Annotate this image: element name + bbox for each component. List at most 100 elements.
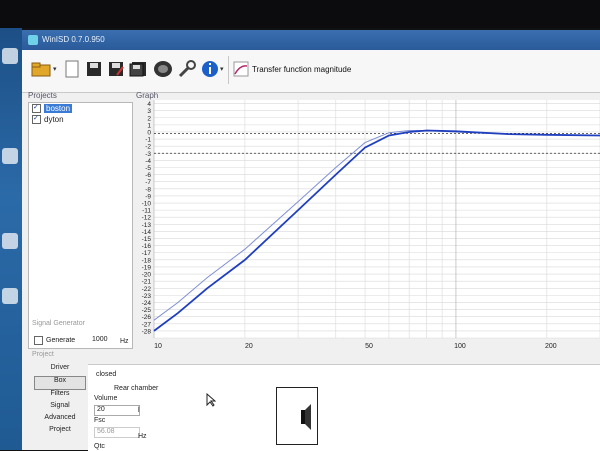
y-tick-label: 4 (147, 101, 151, 108)
y-tick-label: -11 (142, 208, 151, 215)
y-tick-label: 1 (147, 122, 151, 129)
graph-panel[interactable]: 4 3 2 1 0 -1 -2 -3 -4 -5 -6 -7 -8 -9 -10 -11 -12 -13 -14 -1… (132, 100, 600, 353)
y-tick-label: -13 (142, 222, 152, 229)
driver-button[interactable] (152, 58, 174, 80)
y-tick-label: -6 (145, 172, 151, 179)
y-tick-label: -7 (145, 179, 151, 186)
project-tabs: Driver Box Filters Signal Advanced Proje… (34, 364, 86, 438)
save-icon (87, 62, 101, 76)
save-all-icon (129, 62, 146, 77)
y-tick-label: -27 (142, 321, 152, 328)
y-tick-label: -24 (142, 300, 152, 307)
desktop-background (0, 28, 22, 450)
y-tick-label: -1 (145, 137, 151, 144)
driver-icon (154, 61, 172, 77)
y-tick-label: -22 (142, 286, 152, 293)
projects-list: boston dyton (28, 102, 133, 349)
tab-driver[interactable]: Driver (34, 364, 86, 376)
signal-generator-header: Signal Generator (32, 320, 85, 327)
info-button[interactable] (200, 58, 220, 80)
tools-button[interactable] (176, 58, 198, 80)
toolbar: ▾ ▾ Transfer function magnitude (22, 50, 600, 93)
app-icon (28, 35, 38, 45)
x-tick-label: 200 (545, 343, 557, 350)
project-item-boston[interactable]: boston (29, 103, 132, 114)
y-tick-label: -14 (142, 229, 152, 236)
winisd-window: WinISD 0.7.0.950 ▾ ▾ Transfer function m… (22, 30, 600, 451)
save-button[interactable] (84, 58, 104, 80)
save-as-icon (109, 62, 124, 76)
x-tick-label: 100 (454, 343, 466, 350)
mouse-cursor-icon (206, 393, 216, 407)
y-tick-label: -4 (145, 158, 151, 165)
fsc-label: Fsc (94, 417, 106, 424)
desktop-icon[interactable] (2, 233, 18, 249)
frequency-input[interactable]: 1000 (92, 336, 108, 343)
rear-chamber-label: Rear chamber (114, 385, 159, 392)
box-diagram (276, 387, 318, 445)
open-dropdown-caret-icon[interactable]: ▾ (53, 65, 57, 73)
project-name: boston (44, 104, 73, 113)
y-tick-label: -25 (142, 307, 152, 314)
graph-type-button[interactable] (232, 58, 250, 80)
y-tick-label: -9 (145, 193, 151, 200)
generate-checkbox[interactable] (34, 336, 43, 345)
project-checkbox[interactable] (32, 114, 41, 124)
info-icon (202, 61, 218, 77)
tab-project[interactable]: Project (34, 426, 86, 438)
y-tick-label: -23 (142, 293, 152, 300)
tab-box[interactable]: Box (34, 376, 86, 390)
info-dropdown-caret-icon[interactable]: ▾ (220, 65, 224, 73)
y-tick-label: -26 (142, 314, 152, 321)
save-as-button[interactable] (106, 58, 126, 80)
generate-toggle[interactable]: Generate (34, 336, 75, 345)
new-icon (65, 60, 79, 78)
y-tick-label: -3 (145, 151, 151, 158)
y-axis-ticks: 43210-1-2-3-4-5-6-7-8-9-10-11-12-13-14-1… (142, 101, 152, 335)
desktop-icon[interactable] (2, 148, 18, 164)
new-button[interactable] (62, 58, 82, 80)
y-tick-label: -28 (142, 328, 152, 335)
box-tab-panel: closed Rear chamber Volume 20 l Fsc 56.0… (88, 364, 600, 451)
y-tick-label: -5 (145, 165, 151, 172)
tab-filters[interactable]: Filters (34, 390, 86, 402)
title-bar[interactable]: WinISD 0.7.0.950 (22, 30, 600, 50)
y-tick-label: -12 (142, 215, 152, 222)
y-tick-label: -20 (142, 272, 152, 279)
graph-header: Graph (136, 91, 159, 100)
y-tick-label: -10 (142, 201, 152, 208)
open-button[interactable] (30, 58, 52, 80)
projects-header: Projects (28, 91, 57, 100)
y-tick-label: -16 (142, 243, 152, 250)
desktop-icon[interactable] (2, 288, 18, 304)
y-tick-label: 0 (147, 129, 151, 136)
project-item-dyton[interactable]: dyton (29, 114, 132, 125)
project-name: dyton (44, 115, 64, 124)
y-tick-label: -21 (142, 279, 152, 286)
volume-label: Volume (94, 395, 118, 402)
tab-advanced[interactable]: Advanced (34, 414, 86, 426)
desktop-icon[interactable] (2, 48, 18, 64)
y-tick-label: -19 (142, 264, 152, 271)
graph-icon (233, 61, 249, 77)
project-panel-header: Project (32, 351, 54, 358)
volume-input[interactable]: 20 (94, 405, 140, 416)
x-tick-label: 10 (154, 343, 162, 350)
project-checkbox[interactable] (32, 103, 41, 113)
y-tick-label: -2 (145, 144, 151, 151)
y-tick-label: -15 (142, 236, 152, 243)
frequency-unit: Hz (120, 338, 129, 345)
qtc-label: Qtc (94, 443, 105, 450)
transfer-function-chart[interactable]: 43210-1-2-3-4-5-6-7-8-9-10-11-12-13-14-1… (132, 100, 600, 353)
box-type-select[interactable]: closed (96, 371, 116, 378)
open-icon (31, 62, 51, 77)
x-tick-label: 20 (245, 343, 253, 350)
toolbar-separator (228, 56, 229, 84)
y-tick-label: 2 (147, 115, 151, 122)
graph-type-label[interactable]: Transfer function magnitude (252, 65, 351, 74)
y-tick-label: -18 (142, 257, 152, 264)
volume-unit: l (138, 407, 140, 414)
tab-signal[interactable]: Signal (34, 402, 86, 414)
save-all-button[interactable] (128, 58, 148, 80)
y-tick-label: 3 (147, 108, 151, 115)
